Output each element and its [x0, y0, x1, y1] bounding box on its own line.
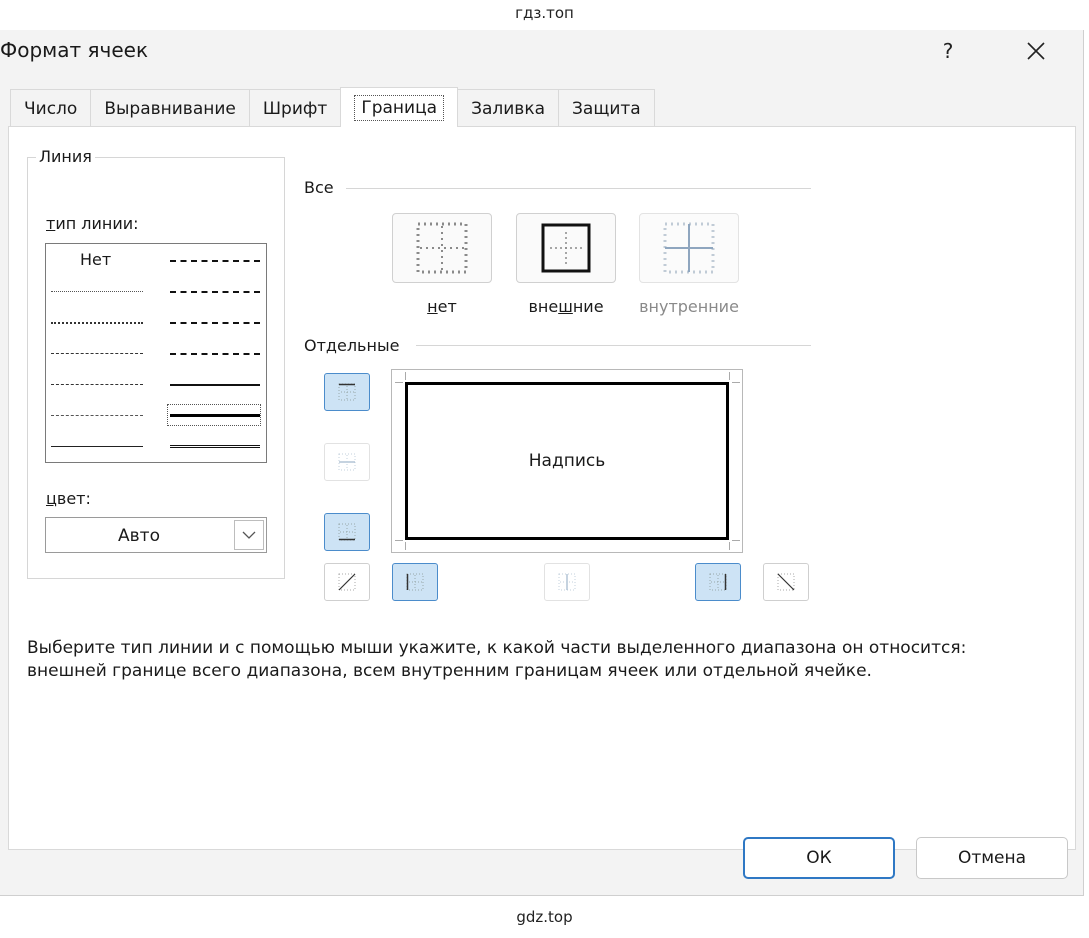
border-left-button[interactable]	[392, 563, 438, 601]
line-color-label-rest: вет:	[56, 489, 91, 508]
tab-protection[interactable]: Защита	[558, 89, 655, 127]
preset-inside-button[interactable]	[639, 213, 739, 283]
line-color-select[interactable]: Авто	[45, 517, 267, 553]
tab-label: Шрифт	[262, 98, 328, 119]
border-tab-panel: Линия тип линии: Нет цвет: Авто Все нет …	[8, 126, 1076, 850]
dialog-title: Формат ячеек	[0, 38, 149, 62]
line-style-thick[interactable]	[170, 414, 260, 417]
diagonal-up-icon	[338, 573, 356, 591]
line-color-value: Авто	[118, 526, 160, 546]
border-top-button[interactable]	[324, 373, 370, 411]
line-style-dash-dot-dot-medium[interactable]	[170, 260, 260, 262]
line-style-dashed-thin[interactable]	[51, 415, 143, 416]
border-bottom-icon	[338, 523, 356, 541]
preset-outline-accel: ш	[558, 297, 573, 316]
preview-corner-mark	[732, 540, 740, 541]
border-inside-horizontal-icon	[338, 453, 356, 471]
tab-strip: Число Выравнивание Шрифт Граница Заливка…	[10, 87, 655, 127]
line-style-hair[interactable]	[51, 291, 143, 292]
border-diagonal-down-button[interactable]	[763, 563, 809, 601]
border-left-icon	[406, 573, 424, 591]
preset-inside-label: внутренние	[639, 297, 739, 316]
title-bar: Формат ячеек ?	[0, 30, 1083, 72]
tab-alignment[interactable]: Выравнивание	[90, 89, 250, 127]
line-color-label: цвет:	[46, 489, 91, 508]
border-right-button[interactable]	[695, 563, 741, 601]
preset-outline-pre: вне	[528, 297, 559, 316]
preview-text: Надпись	[528, 451, 606, 471]
color-dropdown-button[interactable]	[234, 520, 264, 550]
preset-none-label: нет	[377, 297, 507, 316]
tab-fill[interactable]: Заливка	[457, 89, 560, 127]
line-color-label-accel: ц	[46, 489, 57, 508]
border-separator	[416, 345, 811, 346]
preset-none-button[interactable]	[392, 213, 492, 283]
tab-border[interactable]: Граница	[340, 87, 459, 127]
line-style-dash-dot-thin[interactable]	[51, 384, 143, 385]
border-top-icon	[338, 383, 356, 401]
border-diagonal-up-button[interactable]	[324, 563, 370, 601]
watermark-bottom: gdz.top	[516, 908, 573, 926]
line-style-label-accel: т	[46, 214, 56, 233]
preset-outline-button[interactable]	[516, 213, 616, 283]
format-cells-dialog: Формат ячеек ? Число Выравнивание Шрифт …	[0, 30, 1084, 896]
border-inside-icon	[663, 222, 715, 274]
preview-corner-mark	[395, 382, 403, 383]
presets-separator	[346, 188, 811, 189]
line-style-slanted-dash-dot[interactable]	[170, 291, 260, 293]
chevron-down-icon	[242, 531, 256, 539]
help-button[interactable]: ?	[925, 32, 971, 70]
line-style-dashed-medium[interactable]	[170, 353, 260, 355]
cancel-button[interactable]: Отмена	[916, 837, 1068, 879]
preview-corner-mark	[405, 372, 406, 380]
preset-outline-label: внешние	[501, 297, 631, 316]
preview-corner-mark	[395, 540, 403, 541]
presets-legend: Все	[304, 178, 334, 197]
border-right-icon	[709, 573, 727, 591]
border-preview[interactable]: Надпись	[391, 369, 743, 553]
tab-label: Граница	[354, 94, 445, 121]
line-style-medium[interactable]	[170, 384, 260, 386]
preview-cell[interactable]: Надпись	[405, 382, 729, 540]
tab-label: Выравнивание	[104, 98, 236, 119]
watermark-top: гдз.топ	[515, 4, 574, 22]
preset-none-rest: ет	[437, 297, 457, 316]
line-style-label: тип линии:	[46, 214, 139, 233]
line-style-list[interactable]: Нет	[45, 243, 267, 463]
hint-text: Выберите тип линии и с помощью мыши укаж…	[27, 638, 967, 681]
tab-label: Заливка	[471, 98, 546, 119]
tab-number[interactable]: Число	[10, 89, 92, 127]
border-legend: Отдельные	[304, 336, 400, 355]
preview-corner-mark	[405, 542, 406, 550]
line-style-dash-dot-dot-thin[interactable]	[51, 353, 143, 354]
border-none-icon	[416, 222, 468, 274]
close-button[interactable]	[1013, 32, 1059, 70]
line-style-dash-dot-medium[interactable]	[170, 322, 260, 324]
line-style-thin[interactable]	[51, 446, 143, 447]
border-middle-horizontal-button[interactable]	[324, 443, 370, 481]
close-icon	[1027, 42, 1045, 60]
tab-label: Защита	[572, 98, 641, 119]
border-bottom-button[interactable]	[324, 513, 370, 551]
preset-outline-post: ние	[572, 297, 604, 316]
line-style-dotted[interactable]	[51, 322, 143, 324]
border-middle-vertical-button[interactable]	[544, 563, 590, 601]
ok-button[interactable]: ОК	[743, 837, 895, 879]
line-style-double[interactable]	[170, 445, 260, 448]
line-style-label-rest: ип линии:	[55, 214, 139, 233]
tab-font[interactable]: Шрифт	[248, 89, 342, 127]
border-inside-vertical-icon	[558, 573, 576, 591]
preset-none-accel: н	[427, 297, 438, 316]
border-outline-icon	[541, 223, 591, 273]
diagonal-down-icon	[777, 573, 795, 591]
tab-label: Число	[24, 98, 78, 119]
line-group-legend: Линия	[36, 147, 95, 166]
line-style-none[interactable]: Нет	[80, 250, 111, 269]
preview-corner-mark	[729, 372, 730, 380]
preview-corner-mark	[729, 542, 730, 550]
preview-corner-mark	[732, 382, 740, 383]
